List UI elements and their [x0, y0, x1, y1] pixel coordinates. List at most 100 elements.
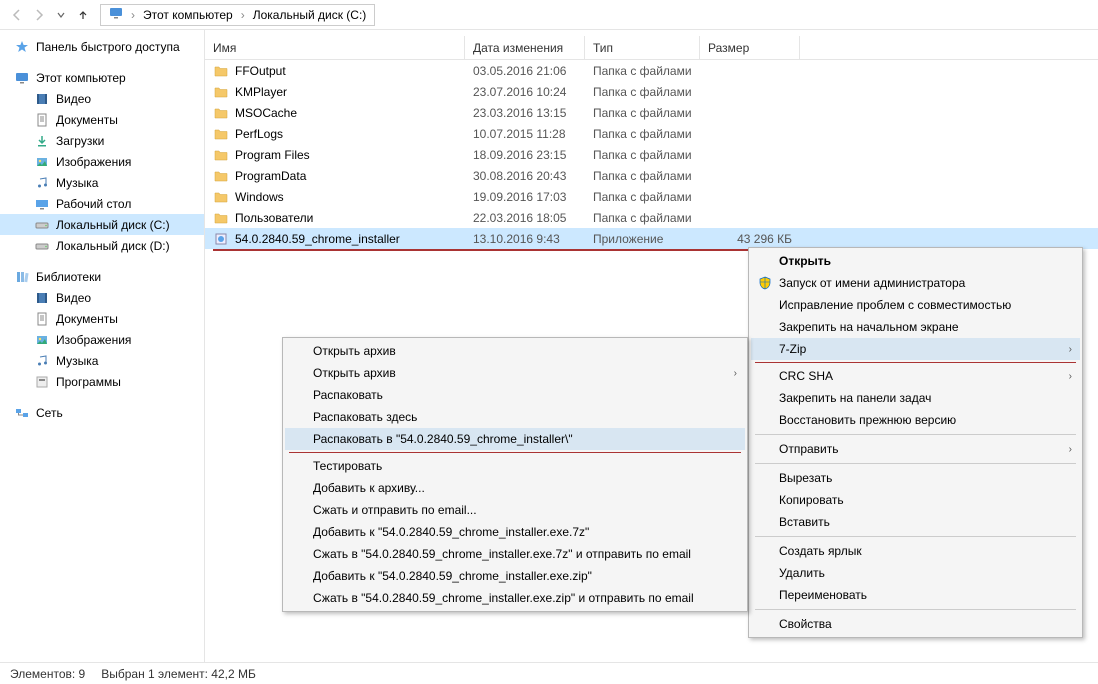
desk-icon — [34, 196, 50, 212]
file-row[interactable]: KMPlayer23.07.2016 10:24Папка с файлами — [205, 81, 1098, 102]
sidebar-item[interactable]: Программы — [0, 371, 204, 392]
separator — [755, 536, 1076, 537]
toolbar: › Этот компьютер › Локальный диск (C:) — [0, 0, 1098, 30]
folder-icon — [213, 168, 229, 184]
folder-icon — [213, 63, 229, 79]
sidebar-item[interactable]: Видео — [0, 287, 204, 308]
ctx-copy[interactable]: Копировать — [751, 489, 1080, 511]
column-date[interactable]: Дата изменения — [465, 36, 585, 59]
file-row[interactable]: FFOutput03.05.2016 21:06Папка с файлами — [205, 60, 1098, 81]
file-row[interactable]: Windows19.09.2016 17:03Папка с файлами — [205, 186, 1098, 207]
sidebar-item[interactable]: Локальный диск (D:) — [0, 235, 204, 256]
sidebar-libraries[interactable]: Библиотеки — [0, 266, 204, 287]
pc-icon — [14, 70, 30, 86]
network-icon — [14, 405, 30, 421]
ctx-7zip[interactable]: 7-Zip› — [751, 338, 1080, 360]
nav-up-button[interactable] — [72, 4, 94, 26]
7z-add-zip[interactable]: Добавить к "54.0.2840.59_chrome_installe… — [285, 565, 745, 587]
column-size[interactable]: Размер — [700, 36, 800, 59]
file-row[interactable]: ProgramData30.08.2016 20:43Папка с файла… — [205, 165, 1098, 186]
7z-extract-here[interactable]: Распаковать здесь — [285, 406, 745, 428]
sidebar-this-pc[interactable]: Этот компьютер — [0, 67, 204, 88]
ctx-properties[interactable]: Свойства — [751, 613, 1080, 635]
file-row[interactable]: PerfLogs10.07.2015 11:28Папка с файлами — [205, 123, 1098, 144]
nav-forward-button[interactable] — [28, 4, 50, 26]
ctx-compat[interactable]: Исправление проблем с совместимостью — [751, 294, 1080, 316]
pc-icon — [105, 6, 127, 23]
ctx-delete[interactable]: Удалить — [751, 562, 1080, 584]
chevron-right-icon: › — [1069, 444, 1072, 455]
7z-add-7z[interactable]: Добавить к "54.0.2840.59_chrome_installe… — [285, 521, 745, 543]
star-icon — [14, 39, 30, 55]
file-row[interactable]: Program Files18.09.2016 23:15Папка с фай… — [205, 144, 1098, 165]
chevron-right-icon: › — [1069, 371, 1072, 382]
column-name[interactable]: Имя — [205, 36, 465, 59]
breadcrumb-item[interactable]: Локальный диск (C:) — [249, 8, 371, 22]
chevron-right-icon: › — [127, 8, 139, 22]
ctx-rename[interactable]: Переименовать — [751, 584, 1080, 606]
img-icon — [34, 332, 50, 348]
context-menu-main: Открыть Запуск от имени администратора И… — [748, 247, 1083, 638]
sidebar-item[interactable]: Локальный диск (C:) — [0, 214, 204, 235]
sidebar-item[interactable]: Рабочий стол — [0, 193, 204, 214]
drive-icon — [34, 238, 50, 254]
chevron-right-icon: › — [1069, 344, 1072, 355]
ctx-restore-version[interactable]: Восстановить прежнюю версию — [751, 409, 1080, 431]
7z-extract[interactable]: Распаковать — [285, 384, 745, 406]
sidebar-item[interactable]: Музыка — [0, 172, 204, 193]
7z-compress-7z-email[interactable]: Сжать в "54.0.2840.59_chrome_installer.e… — [285, 543, 745, 565]
context-menu-7zip: Открыть архив Открыть архив› Распаковать… — [282, 337, 748, 612]
ctx-pin-start[interactable]: Закрепить на начальном экране — [751, 316, 1080, 338]
film-icon — [34, 91, 50, 107]
file-row[interactable]: MSOCache23.03.2016 13:15Папка с файлами — [205, 102, 1098, 123]
sidebar-quick-access[interactable]: Панель быстрого доступа — [0, 36, 204, 57]
7z-add-to-archive[interactable]: Добавить к архиву... — [285, 477, 745, 499]
sidebar-network[interactable]: Сеть — [0, 402, 204, 423]
music-icon — [34, 353, 50, 369]
sidebar-item[interactable]: Загрузки — [0, 130, 204, 151]
breadcrumb-item[interactable]: Этот компьютер — [139, 8, 237, 22]
7z-open-archive-as[interactable]: Открыть архив› — [285, 362, 745, 384]
folder-icon — [213, 147, 229, 163]
ctx-pin-taskbar[interactable]: Закрепить на панели задач — [751, 387, 1080, 409]
sidebar-item[interactable]: Документы — [0, 308, 204, 329]
ctx-cut[interactable]: Вырезать — [751, 467, 1080, 489]
chevron-right-icon: › — [237, 8, 249, 22]
address-bar[interactable]: › Этот компьютер › Локальный диск (C:) — [100, 4, 375, 26]
music-icon — [34, 175, 50, 191]
column-type[interactable]: Тип — [585, 36, 700, 59]
ctx-crc-sha[interactable]: CRC SHA› — [751, 365, 1080, 387]
ctx-open[interactable]: Открыть — [751, 250, 1080, 272]
selection-underline — [213, 249, 793, 251]
7z-compress-email[interactable]: Сжать и отправить по email... — [285, 499, 745, 521]
doc-icon — [34, 112, 50, 128]
folder-icon — [213, 210, 229, 226]
7z-open-archive[interactable]: Открыть архив — [285, 340, 745, 362]
chevron-right-icon: › — [734, 368, 737, 379]
folder-icon — [213, 84, 229, 100]
sidebar-item[interactable]: Изображения — [0, 151, 204, 172]
status-item-count: Элементов: 9 — [10, 667, 85, 681]
shield-icon — [757, 275, 773, 291]
status-bar: Элементов: 9 Выбран 1 элемент: 42,2 МБ — [0, 662, 1098, 684]
sidebar-item[interactable]: Документы — [0, 109, 204, 130]
7z-extract-to-folder[interactable]: Распаковать в "54.0.2840.59_chrome_insta… — [285, 428, 745, 450]
ctx-create-shortcut[interactable]: Создать ярлык — [751, 540, 1080, 562]
7z-test[interactable]: Тестировать — [285, 455, 745, 477]
status-selection: Выбран 1 элемент: 42,2 МБ — [101, 667, 256, 681]
nav-back-button[interactable] — [6, 4, 28, 26]
folder-icon — [213, 126, 229, 142]
separator — [755, 362, 1076, 363]
exe-icon — [213, 231, 229, 247]
7z-compress-zip-email[interactable]: Сжать в "54.0.2840.59_chrome_installer.e… — [285, 587, 745, 609]
ctx-paste[interactable]: Вставить — [751, 511, 1080, 533]
sidebar-item[interactable]: Изображения — [0, 329, 204, 350]
file-row[interactable]: Пользователи22.03.2016 18:05Папка с файл… — [205, 207, 1098, 228]
img-icon — [34, 154, 50, 170]
ctx-run-as-admin[interactable]: Запуск от имени администратора — [751, 272, 1080, 294]
sidebar-item[interactable]: Видео — [0, 88, 204, 109]
ctx-send-to[interactable]: Отправить› — [751, 438, 1080, 460]
sidebar-item[interactable]: Музыка — [0, 350, 204, 371]
file-row[interactable]: 54.0.2840.59_chrome_installer13.10.2016 … — [205, 228, 1098, 249]
nav-recent-dropdown[interactable] — [50, 4, 72, 26]
